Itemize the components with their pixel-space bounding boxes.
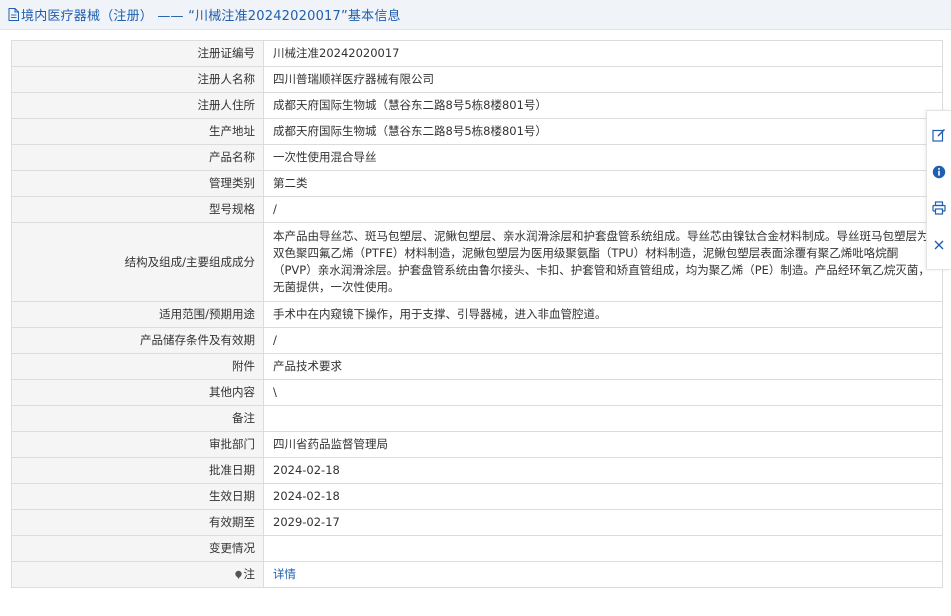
row-label: 附件 bbox=[11, 353, 264, 380]
close-button[interactable] bbox=[931, 237, 947, 253]
basic-info-table: 注册证编号 川械注准20242020017 注册人名称 四川普瑞顺祥医疗器械有限… bbox=[11, 40, 943, 588]
table-row: 管理类别 第二类 bbox=[11, 170, 943, 197]
row-value: 四川普瑞顺祥医疗器械有限公司 bbox=[263, 66, 943, 93]
table-row: 附件 产品技术要求 bbox=[11, 353, 943, 380]
row-value: 2024-02-18 bbox=[263, 457, 943, 484]
page-title: 境内医疗器械（注册） —— “川械注准20242020017”基本信息 bbox=[21, 9, 401, 24]
edit-icon bbox=[932, 129, 945, 142]
side-toolbar bbox=[926, 110, 951, 270]
table-row: 注册证编号 川械注准20242020017 bbox=[11, 40, 943, 67]
note-row: 注 详情 bbox=[11, 561, 943, 588]
row-value: 2024-02-18 bbox=[263, 483, 943, 510]
row-value: 一次性使用混合导丝 bbox=[263, 144, 943, 171]
row-label: 适用范围/预期用途 bbox=[11, 301, 264, 328]
row-label: 注册证编号 bbox=[11, 40, 264, 67]
table-row: 批准日期 2024-02-18 bbox=[11, 457, 943, 484]
row-label: 有效期至 bbox=[11, 509, 264, 536]
details-link[interactable]: 详情 bbox=[273, 567, 296, 581]
edit-button[interactable] bbox=[931, 127, 947, 143]
info-button[interactable] bbox=[931, 164, 947, 180]
row-value: 四川省药品监督管理局 bbox=[263, 431, 943, 458]
note-label-cell: 注 bbox=[11, 561, 264, 588]
row-label: 管理类别 bbox=[11, 170, 264, 197]
row-value: / bbox=[263, 196, 943, 223]
row-value: 产品技术要求 bbox=[263, 353, 943, 380]
row-value: 2029-02-17 bbox=[263, 509, 943, 536]
row-value bbox=[263, 535, 943, 562]
row-label: 结构及组成/主要组成成分 bbox=[11, 222, 264, 302]
table-row: 适用范围/预期用途 手术中在内窥镜下操作，用于支撑、引导器械，进入非血管腔道。 bbox=[11, 301, 943, 328]
row-label: 型号规格 bbox=[11, 196, 264, 223]
row-value: 手术中在内窥镜下操作，用于支撑、引导器械，进入非血管腔道。 bbox=[263, 301, 943, 328]
row-label: 备注 bbox=[11, 405, 264, 432]
pin-icon bbox=[234, 570, 242, 579]
row-label: 生效日期 bbox=[11, 483, 264, 510]
row-label: 变更情况 bbox=[11, 535, 264, 562]
document-icon bbox=[8, 8, 19, 21]
row-value: 本产品由导丝芯、斑马包塑层、泥鳅包塑层、亲水润滑涂层和护套盘管系统组成。导丝芯由… bbox=[263, 222, 943, 302]
table-row: 变更情况 bbox=[11, 535, 943, 562]
row-value: / bbox=[263, 327, 943, 354]
table-row: 注册人名称 四川普瑞顺祥医疗器械有限公司 bbox=[11, 66, 943, 93]
row-label: 产品储存条件及有效期 bbox=[11, 327, 264, 354]
row-label: 批准日期 bbox=[11, 457, 264, 484]
close-icon bbox=[934, 240, 944, 250]
row-value: 川械注准20242020017 bbox=[263, 40, 943, 67]
row-value: \ bbox=[263, 379, 943, 406]
table-row: 型号规格 / bbox=[11, 196, 943, 223]
row-label: 注册人名称 bbox=[11, 66, 264, 93]
print-icon bbox=[932, 201, 946, 215]
note-label: 注 bbox=[243, 567, 256, 581]
table-row: 产品名称 一次性使用混合导丝 bbox=[11, 144, 943, 171]
table-row: 有效期至 2029-02-17 bbox=[11, 509, 943, 536]
table-row: 结构及组成/主要组成成分 本产品由导丝芯、斑马包塑层、泥鳅包塑层、亲水润滑涂层和… bbox=[11, 222, 943, 302]
row-value bbox=[263, 405, 943, 432]
table-row: 生产地址 成都天府国际生物城（慧谷东二路8号5栋8楼801号） bbox=[11, 118, 943, 145]
row-label: 审批部门 bbox=[11, 431, 264, 458]
row-value: 成都天府国际生物城（慧谷东二路8号5栋8楼801号） bbox=[263, 92, 943, 119]
table-row: 备注 bbox=[11, 405, 943, 432]
table-row: 注册人住所 成都天府国际生物城（慧谷东二路8号5栋8楼801号） bbox=[11, 92, 943, 119]
row-label: 生产地址 bbox=[11, 118, 264, 145]
table-row: 审批部门 四川省药品监督管理局 bbox=[11, 431, 943, 458]
row-label: 产品名称 bbox=[11, 144, 264, 171]
page-header: 境内医疗器械（注册） —— “川械注准20242020017”基本信息 bbox=[0, 0, 951, 30]
note-value-cell: 详情 bbox=[263, 561, 943, 588]
table-row: 生效日期 2024-02-18 bbox=[11, 483, 943, 510]
row-label: 注册人住所 bbox=[11, 92, 264, 119]
print-button[interactable] bbox=[931, 200, 947, 216]
table-row: 其他内容 \ bbox=[11, 379, 943, 406]
table-row: 产品储存条件及有效期 / bbox=[11, 327, 943, 354]
info-icon bbox=[932, 165, 946, 178]
row-value: 第二类 bbox=[263, 170, 943, 197]
row-label: 其他内容 bbox=[11, 379, 264, 406]
row-value: 成都天府国际生物城（慧谷东二路8号5栋8楼801号） bbox=[263, 118, 943, 145]
